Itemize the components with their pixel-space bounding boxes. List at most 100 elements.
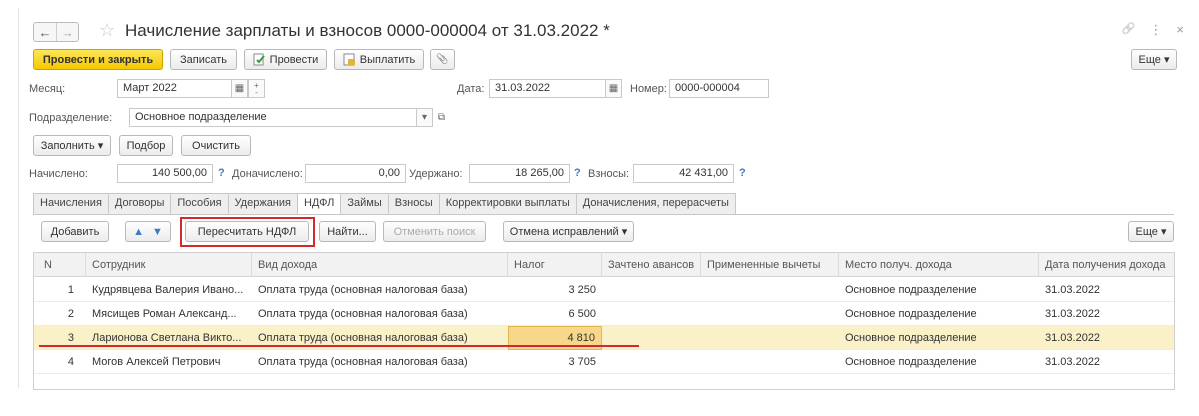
add-button[interactable]: Добавить [41, 221, 109, 242]
menu-icon[interactable]: ⋮ [1149, 22, 1162, 38]
ndfl-table: N Сотрудник Вид дохода Налог Зачтено ава… [33, 252, 1175, 390]
nav-group: ← → [33, 22, 79, 42]
cell-date: 31.03.2022 [1045, 356, 1101, 368]
column-header-tax[interactable]: Налог [508, 253, 602, 277]
select-label: Подбор [126, 139, 166, 152]
calendar-button[interactable]: ▦ [231, 79, 248, 98]
tab-payment-adjustments[interactable]: Корректировки выплаты [439, 193, 577, 215]
cell-date: 31.03.2022 [1045, 284, 1101, 296]
table-more-button[interactable]: Еще ▾ [1128, 221, 1174, 242]
paperclip-icon: 📎 [436, 54, 449, 65]
accrued-help-icon[interactable]: ? [218, 167, 225, 179]
calendar-icon: ▦ [234, 83, 245, 94]
tab-deductions[interactable]: Удержания [228, 193, 298, 215]
cell-tax: 6 500 [568, 308, 596, 320]
cell-tax: 3 250 [568, 284, 596, 296]
more-button[interactable]: Еще ▾ [1131, 49, 1177, 70]
forward-button[interactable]: → [56, 23, 78, 41]
cancel-search-button[interactable]: Отменить поиск [383, 221, 486, 242]
find-label: Найти... [327, 225, 368, 238]
month-field[interactable]: Март 2022 [117, 79, 232, 98]
tab-benefits[interactable]: Пособия [171, 193, 229, 215]
cell-tax: 3 705 [568, 356, 596, 368]
clear-button[interactable]: Очистить [181, 135, 251, 156]
table-more-label: Еще ▾ [1135, 226, 1167, 238]
fill-button[interactable]: Заполнить ▾ [33, 135, 111, 156]
column-header-employee[interactable]: Сотрудник [86, 253, 252, 277]
cell-place: Основное подразделение [845, 332, 977, 344]
pay-button[interactable]: Выплатить [334, 49, 424, 70]
close-icon[interactable]: × [1176, 22, 1184, 38]
dept-dropdown[interactable]: ▾ [416, 108, 433, 127]
date-calendar-button[interactable]: ▦ [605, 79, 622, 98]
cancel-corrections-button[interactable]: Отмена исправлений ▾ [503, 221, 634, 242]
highlight-underline [39, 345, 639, 347]
cancel-search-label: Отменить поиск [393, 225, 476, 238]
arrow-down-icon[interactable]: ▼ [152, 226, 163, 238]
post-icon [253, 53, 265, 66]
page-title: Начисление зарплаты и взносов 0000-00000… [125, 21, 610, 40]
dept-label: Подразделение: [29, 112, 113, 124]
table-row[interactable]: 4 Могов Алексей Петрович Оплата труда (о… [34, 350, 1174, 374]
column-header-place[interactable]: Место получ. дохода [839, 253, 1039, 277]
tab-bar: Начисления Договоры Пособия Удержания НД… [33, 193, 736, 215]
cell-place: Основное подразделение [845, 308, 977, 320]
arrow-up-icon[interactable]: ▲ [133, 226, 144, 238]
cell-income: Оплата труда (основная налоговая база) [258, 308, 468, 320]
favorite-star-icon[interactable]: ☆ [99, 20, 115, 41]
post-button[interactable]: Провести [244, 49, 327, 70]
contrib-label: Взносы: [588, 168, 630, 180]
tab-contributions[interactable]: Взносы [388, 193, 440, 215]
dept-field[interactable]: Основное подразделение [129, 108, 417, 127]
withheld-help-icon[interactable]: ? [574, 167, 581, 179]
date-field[interactable]: 31.03.2022 [489, 79, 606, 98]
document-form: ← → ☆ Начисление зарплаты и взносов 0000… [18, 8, 1190, 390]
tab-loans[interactable]: Займы [341, 193, 389, 215]
date-label: Дата: [457, 83, 485, 95]
clear-label: Очистить [192, 139, 240, 152]
cell-place: Основное подразделение [845, 356, 977, 368]
number-label: Номер: [630, 83, 667, 95]
cancel-corrections-label: Отмена исправлений ▾ [509, 226, 628, 238]
attach-button[interactable]: 📎 [430, 49, 455, 70]
table-row[interactable]: 1 Кудрявцева Валерия Ивано... Оплата тру… [34, 278, 1174, 302]
select-button[interactable]: Подбор [119, 135, 173, 156]
cell-n: 2 [67, 308, 74, 320]
post-and-close-label: Провести и закрыть [42, 53, 154, 66]
contrib-help-icon[interactable]: ? [739, 167, 746, 179]
post-and-close-button[interactable]: Провести и закрыть [33, 49, 163, 70]
tab-contracts[interactable]: Договоры [108, 193, 172, 215]
post-label: Провести [269, 53, 319, 66]
number-field[interactable]: 0000-000004 [669, 79, 769, 98]
tab-recalculations[interactable]: Доначисления, перерасчеты [576, 193, 736, 215]
pay-label: Выплатить [359, 53, 416, 66]
fill-label: Заполнить ▾ [40, 140, 104, 152]
save-label: Записать [179, 53, 227, 66]
dept-open-button[interactable]: ⧉ [433, 108, 450, 127]
tab-ndfl[interactable]: НДФЛ [297, 193, 342, 215]
window-controls: 🔗 ⋮ × [1122, 22, 1184, 38]
link-icon[interactable]: 🔗 [1122, 22, 1136, 38]
cell-employee: Могов Алексей Петрович [92, 356, 221, 368]
column-header-n[interactable]: N [34, 253, 86, 277]
cell-n: 4 [67, 356, 74, 368]
column-header-advances[interactable]: Зачтено авансов [602, 253, 701, 277]
save-button[interactable]: Записать [170, 49, 237, 70]
table-row[interactable]: 2 Мясищев Роман Александ... Оплата труда… [34, 302, 1174, 326]
extra-field: 0,00 [305, 164, 406, 183]
find-button[interactable]: Найти... [319, 221, 376, 242]
back-button[interactable]: ← [34, 23, 56, 41]
open-icon: ⧉ [437, 112, 446, 123]
move-buttons[interactable]: ▲ ▼ [125, 221, 171, 242]
cell-n: 1 [67, 284, 74, 296]
cell-income: Оплата труда (основная налоговая база) [258, 356, 468, 368]
withheld-field: 18 265,00 [469, 164, 570, 183]
month-stepper[interactable]: + - [248, 79, 265, 98]
cell-date: 31.03.2022 [1045, 308, 1101, 320]
column-header-deductions[interactable]: Примененные вычеты [701, 253, 839, 277]
chevron-down-icon: ▾ [421, 112, 428, 123]
tab-accruals[interactable]: Начисления [33, 193, 109, 215]
extra-label: Доначислено: [232, 168, 303, 180]
column-header-income[interactable]: Вид дохода [252, 253, 508, 277]
column-header-date[interactable]: Дата получения дохода [1039, 253, 1175, 277]
